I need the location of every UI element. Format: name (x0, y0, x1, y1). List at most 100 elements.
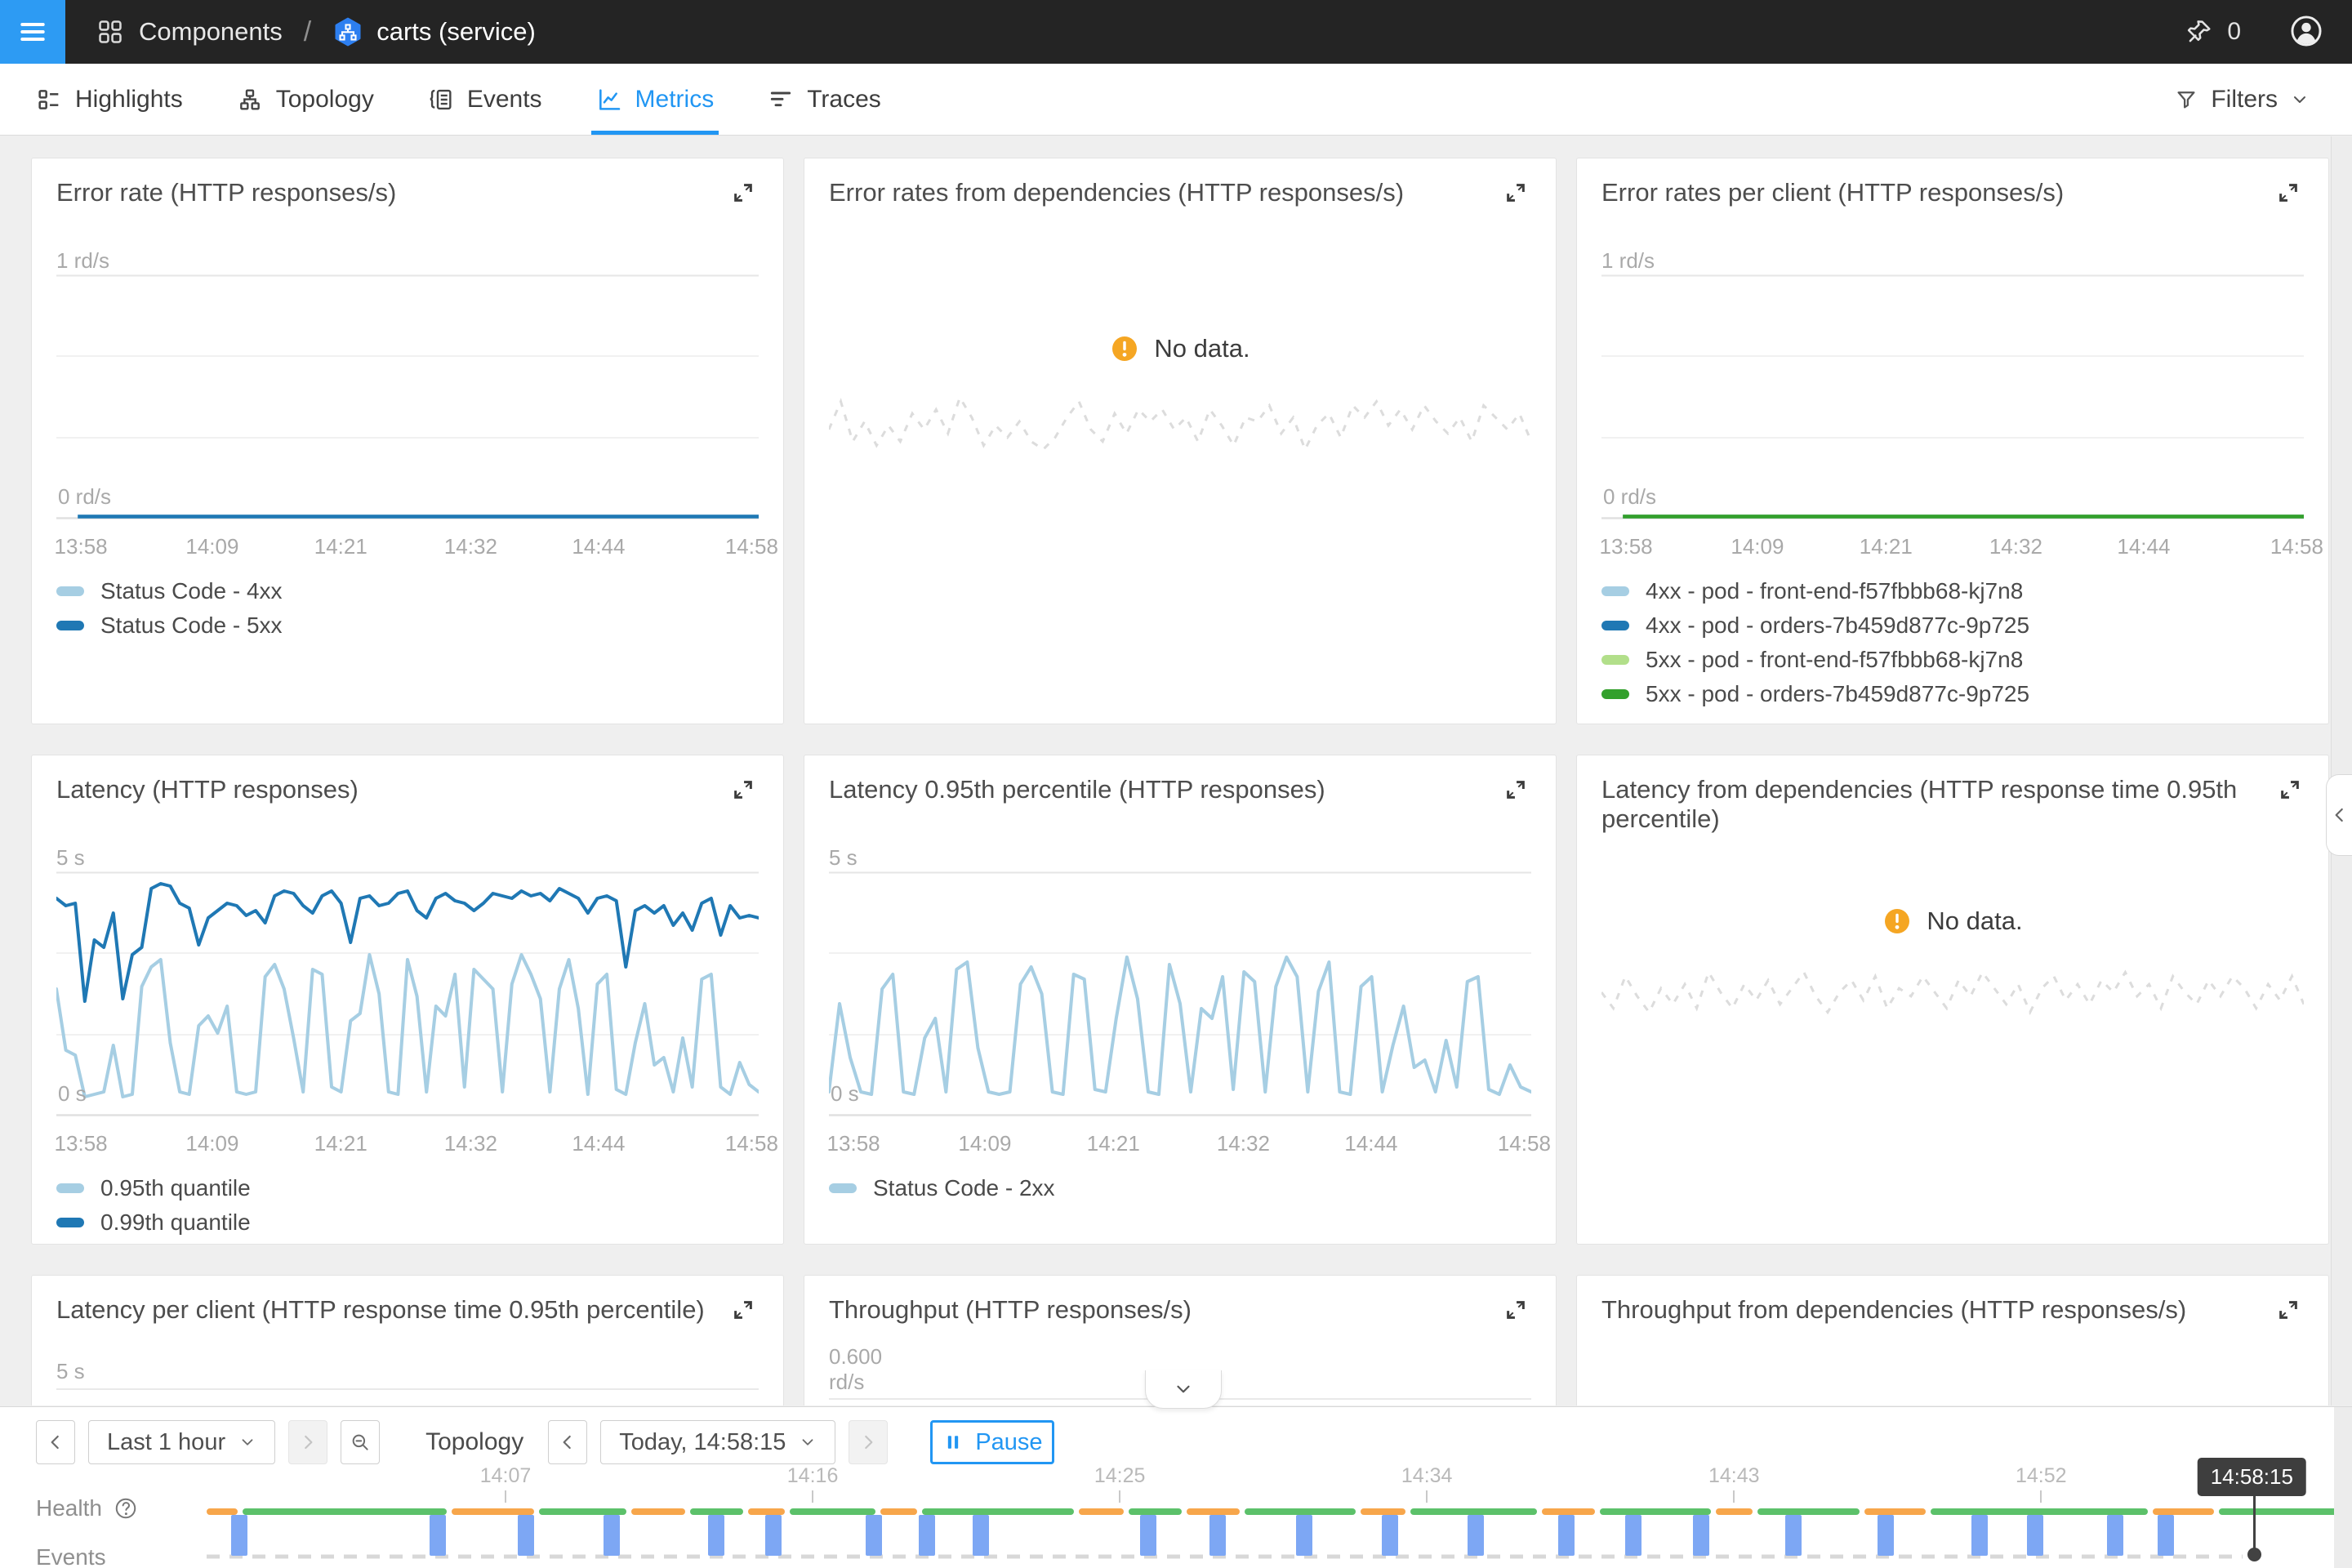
health-segment-healthy[interactable] (1129, 1508, 1182, 1515)
tab-topology[interactable]: Topology (235, 64, 376, 135)
health-segment-healthy[interactable] (539, 1508, 627, 1515)
chart-card: Error rate (HTTP responses/s)1 rd/s0 rd/… (31, 158, 784, 724)
health-segment-healthy[interactable] (1410, 1508, 1537, 1515)
side-panel-collapse-button[interactable] (2326, 774, 2352, 856)
timeline-tick-mark (1733, 1490, 1735, 1503)
expand-chart-button[interactable] (728, 775, 759, 806)
health-segment-healthy[interactable] (1757, 1508, 1860, 1515)
tab-highlights[interactable]: Highlights (34, 64, 185, 135)
health-segment-warning[interactable] (1361, 1508, 1405, 1515)
health-segment-warning[interactable] (748, 1508, 785, 1515)
event-marker[interactable] (708, 1515, 724, 1556)
chart-legend: 0.95th quantile 0.99th quantile (56, 1177, 759, 1234)
x-tick-label: 14:21 (314, 534, 368, 559)
time-cursor-line[interactable] (2253, 1495, 2256, 1554)
event-marker[interactable] (518, 1515, 534, 1556)
event-marker[interactable] (2107, 1515, 2123, 1556)
expand-chart-button[interactable] (1500, 178, 1531, 209)
expand-chart-button[interactable] (728, 178, 759, 209)
event-marker[interactable] (765, 1515, 782, 1556)
legend-item[interactable]: 0.95th quantile (56, 1177, 759, 1200)
legend-item[interactable]: 4xx - pod - orders-7b459d877c-9p725 (1601, 614, 2304, 637)
bottom-panel-collapse-button[interactable] (1145, 1370, 1222, 1409)
health-segment-healthy[interactable] (690, 1508, 743, 1515)
event-marker[interactable] (1878, 1515, 1894, 1556)
health-segment-healthy[interactable] (243, 1508, 448, 1515)
filters-button[interactable]: Filters (2169, 64, 2352, 135)
event-marker[interactable] (866, 1515, 882, 1556)
x-axis: 13:5814:0914:2114:3214:4414:58 (56, 528, 759, 562)
time-cursor-handle[interactable] (2247, 1548, 2261, 1561)
health-segment-warning[interactable] (1079, 1508, 1124, 1515)
health-segment-warning[interactable] (880, 1508, 917, 1515)
health-segment-warning[interactable] (1187, 1508, 1240, 1515)
event-marker[interactable] (1558, 1515, 1575, 1556)
event-marker[interactable] (973, 1515, 989, 1556)
user-menu-button[interactable] (2288, 13, 2324, 51)
breadcrumb-entity[interactable]: carts (service) (376, 17, 536, 47)
legend-item[interactable]: Status Code - 5xx (56, 614, 759, 637)
legend-swatch (56, 1218, 84, 1227)
event-marker[interactable] (1785, 1515, 1802, 1556)
range-back-button[interactable] (36, 1420, 75, 1464)
legend-item[interactable]: 5xx - pod - orders-7b459d877c-9p725 (1601, 683, 2304, 706)
event-marker[interactable] (1625, 1515, 1642, 1556)
timeline-track[interactable]: 14:0714:1614:2514:3414:4314:52 14:58:15 (207, 1407, 2254, 1568)
health-segment-warning[interactable] (452, 1508, 533, 1515)
event-marker[interactable] (1209, 1515, 1226, 1556)
legend-item[interactable]: Status Code - 2xx (829, 1177, 1531, 1200)
health-segment-healthy[interactable] (1600, 1508, 1710, 1515)
event-marker[interactable] (1382, 1515, 1398, 1556)
plot-area[interactable]: 0 s (56, 871, 759, 1116)
event-marker[interactable] (1468, 1515, 1484, 1556)
event-marker[interactable] (1140, 1515, 1156, 1556)
tab-metrics[interactable]: Metrics (595, 64, 716, 135)
expand-chart-button[interactable] (728, 1295, 759, 1326)
event-marker[interactable] (430, 1515, 446, 1556)
health-segment-warning[interactable] (2153, 1508, 2214, 1515)
health-segment-warning[interactable] (1542, 1508, 1595, 1515)
health-segment-warning[interactable] (1864, 1508, 1926, 1515)
legend-item[interactable]: 0.99th quantile (56, 1211, 759, 1234)
event-marker[interactable] (604, 1515, 620, 1556)
pin-button[interactable]: 0 (2180, 16, 2246, 47)
timeline-tick-mark (812, 1490, 813, 1503)
health-segment-warning[interactable] (631, 1508, 684, 1515)
health-segment-healthy[interactable] (790, 1508, 875, 1515)
legend-item[interactable]: 5xx - pod - front-end-f57fbbb68-kj7n8 (1601, 648, 2304, 671)
plot-area[interactable]: 0 rd/s (1601, 274, 2304, 519)
breadcrumb: Components / carts (service) (96, 16, 536, 48)
health-segment-warning[interactable] (207, 1508, 238, 1515)
breadcrumb-components[interactable]: Components (139, 17, 283, 47)
event-marker[interactable] (231, 1515, 247, 1556)
tab-events[interactable]: Events (426, 64, 544, 135)
health-segment-healthy[interactable] (1931, 1508, 2148, 1515)
plot-area[interactable]: 0 s (829, 871, 1531, 1116)
expand-chart-button[interactable] (1500, 1295, 1531, 1326)
expand-chart-button[interactable] (2276, 775, 2304, 806)
help-icon[interactable] (114, 1496, 138, 1521)
expand-chart-button[interactable] (2273, 1295, 2304, 1326)
health-segment-healthy[interactable] (922, 1508, 1074, 1515)
plot-area[interactable]: 0 rd/s (56, 274, 759, 519)
health-segment-warning[interactable] (1716, 1508, 1753, 1515)
tab-traces[interactable]: Traces (766, 64, 883, 135)
health-segment-healthy[interactable] (2219, 1508, 2352, 1515)
menu-button[interactable] (0, 0, 65, 64)
event-marker[interactable] (2158, 1515, 2174, 1556)
event-marker[interactable] (2027, 1515, 2043, 1556)
chart-card: Latency from dependencies (HTTP response… (1576, 755, 2329, 1245)
legend-item[interactable]: 4xx - pod - front-end-f57fbbb68-kj7n8 (1601, 580, 2304, 603)
health-segment-healthy[interactable] (1245, 1508, 1355, 1515)
legend-item[interactable]: Status Code - 4xx (56, 580, 759, 603)
expand-chart-button[interactable] (1500, 775, 1531, 806)
chart-legend: 4xx - pod - front-end-f57fbbb68-kj7n8 4xx… (1601, 580, 2304, 706)
event-marker[interactable] (919, 1515, 935, 1556)
event-marker[interactable] (1296, 1515, 1312, 1556)
expand-chart-button[interactable] (2273, 178, 2304, 209)
y-axis-top-label: 5 s (829, 845, 1531, 871)
legend-swatch (829, 1183, 857, 1193)
chart-card: Error rates per client (HTTP responses/s… (1576, 158, 2329, 724)
event-marker[interactable] (1971, 1515, 1988, 1556)
event-marker[interactable] (1693, 1515, 1709, 1556)
